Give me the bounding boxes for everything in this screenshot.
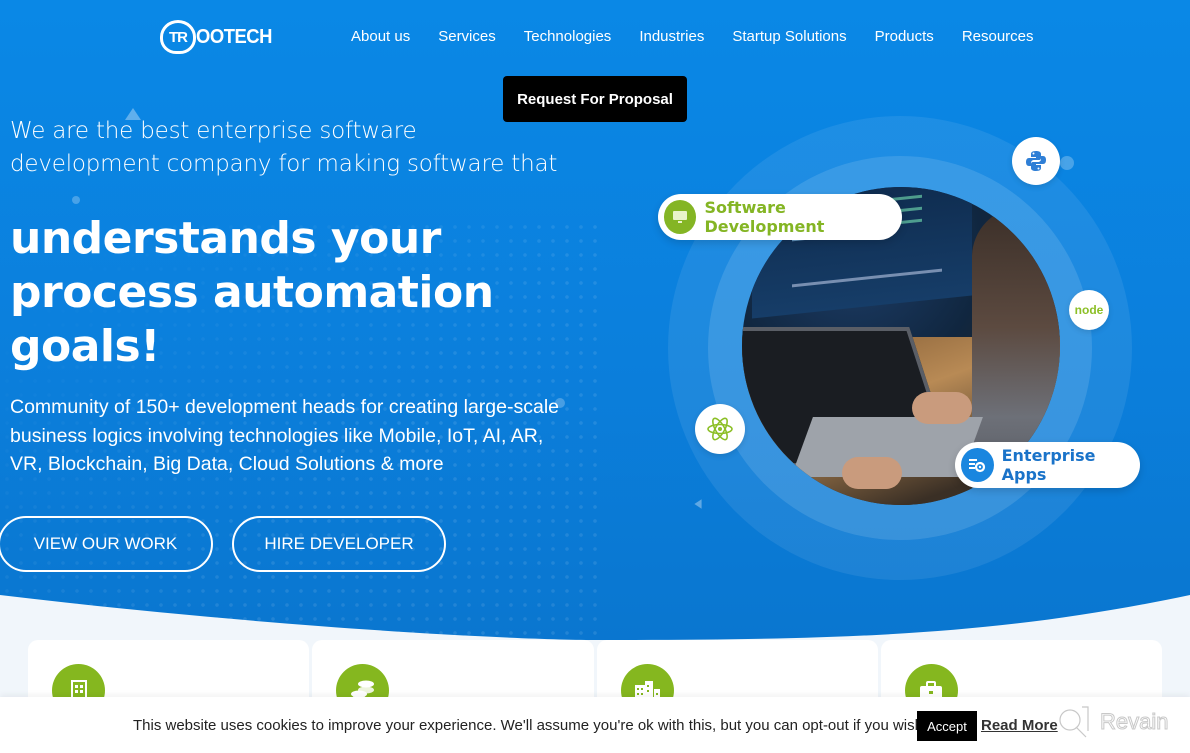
read-more-link[interactable]: Read More bbox=[981, 717, 1058, 734]
settings-list-icon bbox=[961, 448, 994, 482]
nodejs-icon: node bbox=[1069, 290, 1109, 330]
hand bbox=[912, 392, 972, 424]
nav-services[interactable]: Services bbox=[438, 28, 496, 45]
hero-headline: understands your process automation goal… bbox=[10, 213, 494, 372]
software-development-label: Software Development bbox=[704, 198, 825, 236]
nav-about-us[interactable]: About us bbox=[351, 28, 410, 45]
decor-triangle bbox=[694, 499, 702, 509]
enterprise-apps-label: Enterprise Apps bbox=[1001, 446, 1096, 484]
main-nav: About us Services Technologies Industrie… bbox=[351, 28, 1034, 45]
nav-products[interactable]: Products bbox=[875, 28, 934, 45]
decor-dot bbox=[1060, 156, 1074, 170]
revain-text: Revain bbox=[1099, 709, 1169, 735]
revain-watermark: Revain bbox=[1056, 705, 1169, 739]
hero-description: Community of 150+ development heads for … bbox=[10, 396, 560, 475]
view-our-work-button[interactable]: VIEW OUR WORK bbox=[0, 516, 213, 572]
hire-developer-button[interactable]: HIRE DEVELOPER bbox=[232, 516, 446, 572]
revain-logo-icon bbox=[1059, 706, 1089, 738]
enterprise-apps-pill: Enterprise Apps bbox=[955, 442, 1140, 488]
hero-intro: We are the best enterprise software deve… bbox=[10, 118, 558, 177]
cookie-message: This website uses cookies to improve you… bbox=[133, 717, 928, 734]
nav-resources[interactable]: Resources bbox=[962, 28, 1034, 45]
accept-cookies-button[interactable]: Accept bbox=[917, 711, 977, 741]
react-icon bbox=[695, 404, 745, 454]
python-icon bbox=[1012, 137, 1060, 185]
hero-section: TR OOTECH About us Services Technologies… bbox=[0, 0, 1190, 650]
nav-industries[interactable]: Industries bbox=[639, 28, 704, 45]
nav-startup-solutions[interactable]: Startup Solutions bbox=[732, 28, 846, 45]
software-development-pill: Software Development bbox=[658, 194, 902, 240]
cookie-consent-bar: This website uses cookies to improve you… bbox=[0, 697, 1190, 753]
decor-dot bbox=[72, 196, 80, 204]
logo-text: OOTECH bbox=[196, 25, 272, 48]
monitor-icon bbox=[664, 200, 697, 234]
nav-technologies[interactable]: Technologies bbox=[524, 28, 612, 45]
brand-logo[interactable]: TR OOTECH bbox=[160, 20, 279, 54]
hand bbox=[842, 457, 902, 489]
logo-mark: TR bbox=[160, 20, 196, 54]
